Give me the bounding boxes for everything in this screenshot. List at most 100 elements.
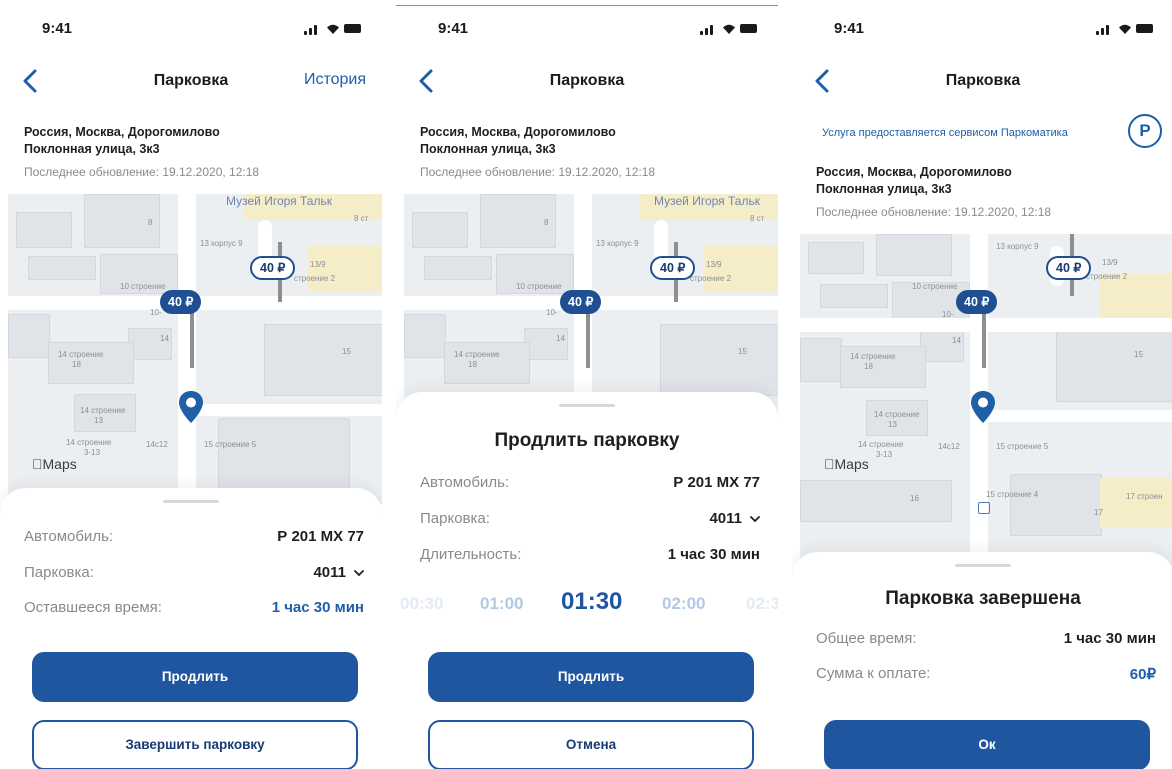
status-icons [304,23,362,35]
map-label: 13/9 [310,260,326,269]
last-updated: Последнее обновление: 19.12.2020, 12:18 [816,205,1052,219]
status-icons [700,23,758,35]
parking-price-marker-selected[interactable]: 40 ₽ [160,290,202,314]
map-label: 13/9 [1102,258,1118,267]
bus-stop-icon [978,502,990,514]
status-bar: 9:41 [792,14,1172,40]
info-row-amount: Сумма к оплате: 60₽ [816,665,1156,687]
map-label: 8 [544,218,549,227]
row-label: Парковка: [420,510,490,527]
location-pin-icon[interactable] [970,390,996,424]
address-line: Россия, Москва, Дорогомилово [420,125,616,139]
sheet-title: Продлить парковку [494,430,680,451]
extend-button[interactable]: Продлить [428,652,754,702]
parking-price-marker-selected[interactable]: 40 ₽ [956,290,998,314]
status-time: 9:41 [42,20,73,37]
info-row-parking[interactable]: Парковка: 4011 [420,510,760,532]
wifi-icon [327,24,339,34]
address-block: Россия, Москва, Дорогомилово Поклонная у… [24,124,259,179]
nav-bar: Парковка История [0,66,382,98]
duration-option[interactable]: 02:30 [746,594,778,614]
parking-price-marker[interactable]: 40 ₽ [650,256,696,280]
apple-icon:  [32,456,43,472]
map-label: 8 [148,218,153,227]
finish-parking-button[interactable]: Завершить парковку [32,720,358,769]
map-block [524,328,568,360]
row-label: Оставшееся время: [24,599,162,616]
duration-option[interactable]: 02:00 [662,594,705,614]
map-block [800,480,952,522]
map-label: 14с12 [146,440,168,449]
sheet-handle[interactable] [163,500,219,503]
map-block [218,418,350,490]
sheet-handle[interactable] [955,564,1011,567]
info-row-car: Автомобиль: Р 201 МХ 77 [24,528,364,550]
duration-option[interactable]: 00:30 [400,594,443,614]
row-value: 1 час 30 мин [271,599,364,616]
row-value: Р 201 МХ 77 [277,528,364,545]
map-block [1056,330,1172,402]
map-label: 15 [738,347,747,356]
sheet-handle[interactable] [559,404,615,407]
bottom-sheet: Автомобиль: Р 201 МХ 77 Парковка: 4011 О… [0,488,382,769]
duration-option[interactable]: 01:00 [480,594,523,614]
row-label: Парковка: [24,564,94,581]
info-row-parking[interactable]: Парковка: 4011 [24,564,364,586]
map-road [800,318,1172,332]
bottom-sheet: Парковка завершена Общее время: 1 час 30… [792,552,1172,769]
map-block [16,212,72,248]
map-label: строение 2 [1086,272,1128,281]
map-label: 15 строение 5 [996,442,1049,451]
map-block [820,284,888,308]
map-block [48,342,134,384]
ok-button[interactable]: Ок [824,720,1150,769]
map-label: 14 строение [66,438,112,447]
map-block [800,338,842,382]
cancel-button[interactable]: Отмена [428,720,754,769]
map-label: 14 строение [454,350,500,359]
nav-bar: Парковка [396,66,778,98]
signal-icon [710,25,713,35]
map-label: 13 [888,420,897,429]
apple-icon:  [824,456,835,472]
sheet-title: Парковка завершена [885,588,1081,609]
row-value: 4011 [313,564,364,581]
service-provider-text: Услуга предоставляется сервисом Паркомат… [822,127,1068,139]
map-label: строение 2 [294,274,336,283]
duration-picker[interactable]: 00:30 01:00 01:30 02:00 02:30 [396,588,778,628]
map[interactable]: Музей Игоря Тальк 8 ст 8 13 корпус 9 13/… [8,194,382,504]
map-label: 10- [942,310,954,319]
wifi-icon [1119,24,1131,34]
status-time: 9:41 [438,20,469,37]
map-label: 10- [546,308,558,317]
map[interactable]: Музей Игоря Тальк 8 ст 8 13 корпус 9 13/… [404,194,778,424]
map-block [28,256,96,280]
address-line: Поклонная улица, 3к3 [420,142,556,156]
map-block [660,324,778,396]
history-link[interactable]: История [304,71,366,89]
signal-icon [304,31,307,35]
extend-button[interactable]: Продлить [32,652,358,702]
duration-option-selected[interactable]: 01:30 [561,588,622,616]
map-label: 15 [342,347,351,356]
map[interactable]: 13 корпус 9 13/9 строение 2 10 строение … [800,234,1172,574]
parking-price-marker[interactable]: 40 ₽ [1046,256,1092,280]
map-label: 14 строение [858,440,904,449]
parking-service-icon: P [1128,114,1162,148]
row-value: 1 час 30 мин [667,546,760,563]
map-area [704,246,778,292]
nav-bar: Парковка [792,66,1172,98]
location-pin-icon[interactable] [178,390,204,424]
battery-icon [740,24,757,33]
signal-icon [1101,28,1104,35]
chevron-down-icon[interactable] [750,516,760,523]
map-label: 3-13 [84,448,101,457]
map-block [444,342,530,384]
map-block [808,242,864,274]
chevron-down-icon[interactable] [354,570,364,577]
parking-price-marker[interactable]: 40 ₽ [250,256,296,280]
status-time: 9:41 [834,20,865,37]
row-label: Автомобиль: [420,474,510,491]
parking-price-marker-selected[interactable]: 40 ₽ [560,290,602,314]
map-label: 14 [952,336,961,345]
